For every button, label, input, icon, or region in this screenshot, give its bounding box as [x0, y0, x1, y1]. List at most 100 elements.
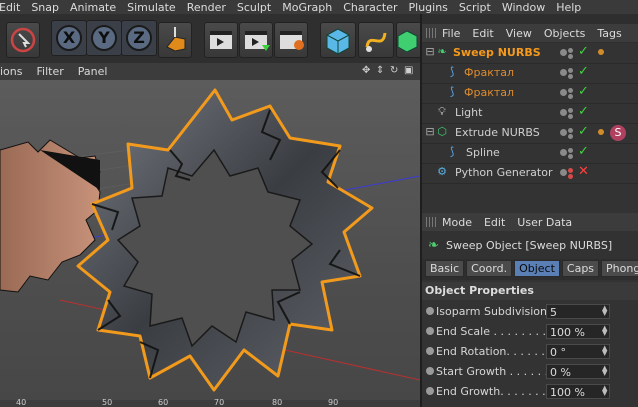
tree-row-fractal-2[interactable]: ⟆ Фрактал ✓: [422, 83, 638, 104]
render-visibility-dot[interactable]: [568, 148, 573, 153]
stepper-arrows-icon[interactable]: ▲ ▼: [602, 365, 607, 377]
model-mode-button[interactable]: [6, 22, 40, 58]
am-menu-user-data[interactable]: User Data: [517, 216, 572, 229]
stepper-arrows-icon[interactable]: ▲ ▼: [602, 385, 607, 397]
render-visibility-dot[interactable]: [568, 134, 573, 139]
om-menu-tags[interactable]: Tags: [597, 27, 621, 40]
om-menu-edit[interactable]: Edit: [472, 27, 493, 40]
spline-pen-button[interactable]: [358, 22, 394, 58]
render-view-button[interactable]: [204, 22, 238, 58]
phong-tag-icon[interactable]: [598, 49, 604, 55]
render-visibility-dot[interactable]: [568, 94, 573, 99]
prop-value-field[interactable]: 5: [546, 304, 610, 319]
editor-visibility-dot[interactable]: [560, 49, 567, 56]
animation-radio-icon[interactable]: [426, 367, 434, 375]
dolly-view-icon[interactable]: ⇕: [376, 65, 386, 77]
timeline-ruler[interactable]: 40 50 60 70 80 90: [0, 398, 420, 407]
enabled-check-icon[interactable]: ✓: [578, 64, 589, 79]
menu-sculpt[interactable]: Sculpt: [237, 1, 271, 14]
object-name[interactable]: Spline: [466, 146, 500, 159]
render-visibility-dot[interactable]: [568, 48, 573, 53]
tab-phong[interactable]: Phong: [601, 260, 638, 277]
render-visibility-dot[interactable]: [568, 74, 573, 79]
render-visibility-dot[interactable]: [568, 154, 573, 159]
stepper-arrows-icon[interactable]: ▲ ▼: [602, 305, 607, 317]
object-name[interactable]: Python Generator: [455, 166, 553, 179]
menu-plugins[interactable]: Plugins: [409, 1, 448, 14]
menu-simulate[interactable]: Simulate: [127, 1, 176, 14]
render-visibility-dot[interactable]: [568, 174, 573, 179]
menu-snap[interactable]: Snap: [31, 1, 59, 14]
material-tag-icon[interactable]: S: [610, 125, 626, 141]
stepper-arrows-icon[interactable]: ▲ ▼: [602, 325, 607, 337]
enabled-check-icon[interactable]: ✓: [578, 144, 589, 159]
menu-window[interactable]: Window: [502, 1, 545, 14]
tab-caps[interactable]: Caps: [561, 260, 600, 277]
tree-row-python-generator[interactable]: ⚙ Python Generator ✕: [422, 163, 638, 184]
object-name[interactable]: Sweep NURBS: [453, 46, 541, 59]
collapse-icon[interactable]: ⊟: [424, 126, 436, 138]
panel-grip-icon[interactable]: [426, 217, 436, 227]
menu-edit[interactable]: Edit: [0, 1, 20, 14]
panel-grip-icon[interactable]: [426, 28, 436, 38]
menu-help[interactable]: Help: [556, 1, 581, 14]
am-menu-edit[interactable]: Edit: [484, 216, 505, 229]
editor-visibility-dot[interactable]: [560, 169, 567, 176]
editor-visibility-dot[interactable]: [560, 149, 567, 156]
enabled-check-icon[interactable]: ✓: [578, 124, 589, 139]
rotate-view-icon[interactable]: ↻: [390, 65, 400, 77]
tree-row-fractal-1[interactable]: ⟆ Фрактал ✓: [422, 63, 638, 84]
stepper-arrows-icon[interactable]: ▲ ▼: [602, 345, 607, 357]
tree-row-extrude-nurbs[interactable]: ⊟ ⬡ Extrude NURBS ✓ S: [422, 123, 638, 144]
editor-visibility-dot[interactable]: [560, 69, 567, 76]
render-visibility-dot[interactable]: [568, 168, 573, 173]
enabled-check-icon[interactable]: ✓: [578, 104, 589, 119]
viewport-menu-options[interactable]: ions: [0, 65, 23, 78]
object-name[interactable]: Extrude NURBS: [455, 126, 540, 139]
x-axis-lock-button[interactable]: X: [56, 25, 82, 51]
phong-tag-icon[interactable]: [598, 129, 604, 135]
animation-radio-icon[interactable]: [426, 327, 434, 335]
render-settings-button[interactable]: [274, 22, 308, 58]
render-visibility-dot[interactable]: [568, 68, 573, 73]
tree-row-light[interactable]: 💡︎ Light ✓: [422, 103, 638, 124]
viewport-menu-filter[interactable]: Filter: [37, 65, 64, 78]
menu-render[interactable]: Render: [187, 1, 226, 14]
disabled-x-icon[interactable]: ✕: [578, 164, 589, 179]
render-visibility-dot[interactable]: [568, 108, 573, 113]
menu-character[interactable]: Character: [343, 1, 397, 14]
3d-viewport[interactable]: [0, 80, 420, 400]
object-name[interactable]: Фрактал: [464, 66, 514, 79]
move-view-icon[interactable]: ✥: [362, 65, 372, 77]
render-visibility-dot[interactable]: [568, 88, 573, 93]
coordinate-system-button[interactable]: [158, 22, 192, 58]
prop-value-field[interactable]: 100 %: [546, 384, 610, 399]
tab-coord[interactable]: Coord.: [466, 260, 513, 277]
editor-visibility-dot[interactable]: [560, 129, 567, 136]
render-visibility-dot[interactable]: [568, 128, 573, 133]
menu-script[interactable]: Script: [459, 1, 491, 14]
animation-radio-icon[interactable]: [426, 307, 434, 315]
z-axis-lock-button[interactable]: Z: [126, 25, 152, 51]
cube-object-button[interactable]: [320, 22, 356, 58]
maximize-view-icon[interactable]: ▣: [404, 65, 414, 77]
render-picture-viewer-button[interactable]: [239, 22, 273, 58]
animation-radio-icon[interactable]: [426, 387, 434, 395]
enabled-check-icon[interactable]: ✓: [578, 84, 589, 99]
prop-value-field[interactable]: 0 °: [546, 344, 610, 359]
animation-radio-icon[interactable]: [426, 347, 434, 355]
enabled-check-icon[interactable]: ✓: [578, 44, 589, 59]
tab-object[interactable]: Object: [514, 260, 560, 277]
prop-value-field[interactable]: 100 %: [546, 324, 610, 339]
prop-value-field[interactable]: 0 %: [546, 364, 610, 379]
om-menu-file[interactable]: File: [442, 27, 460, 40]
tree-row-spline[interactable]: ⟆ Spline ✓: [422, 143, 638, 164]
editor-visibility-dot[interactable]: [560, 109, 567, 116]
viewport-menu-panel[interactable]: Panel: [78, 65, 108, 78]
am-menu-mode[interactable]: Mode: [442, 216, 472, 229]
collapse-icon[interactable]: ⊟: [424, 46, 436, 58]
editor-visibility-dot[interactable]: [560, 89, 567, 96]
menu-animate[interactable]: Animate: [70, 1, 116, 14]
nurbs-object-button[interactable]: [396, 22, 422, 58]
render-visibility-dot[interactable]: [568, 54, 573, 59]
